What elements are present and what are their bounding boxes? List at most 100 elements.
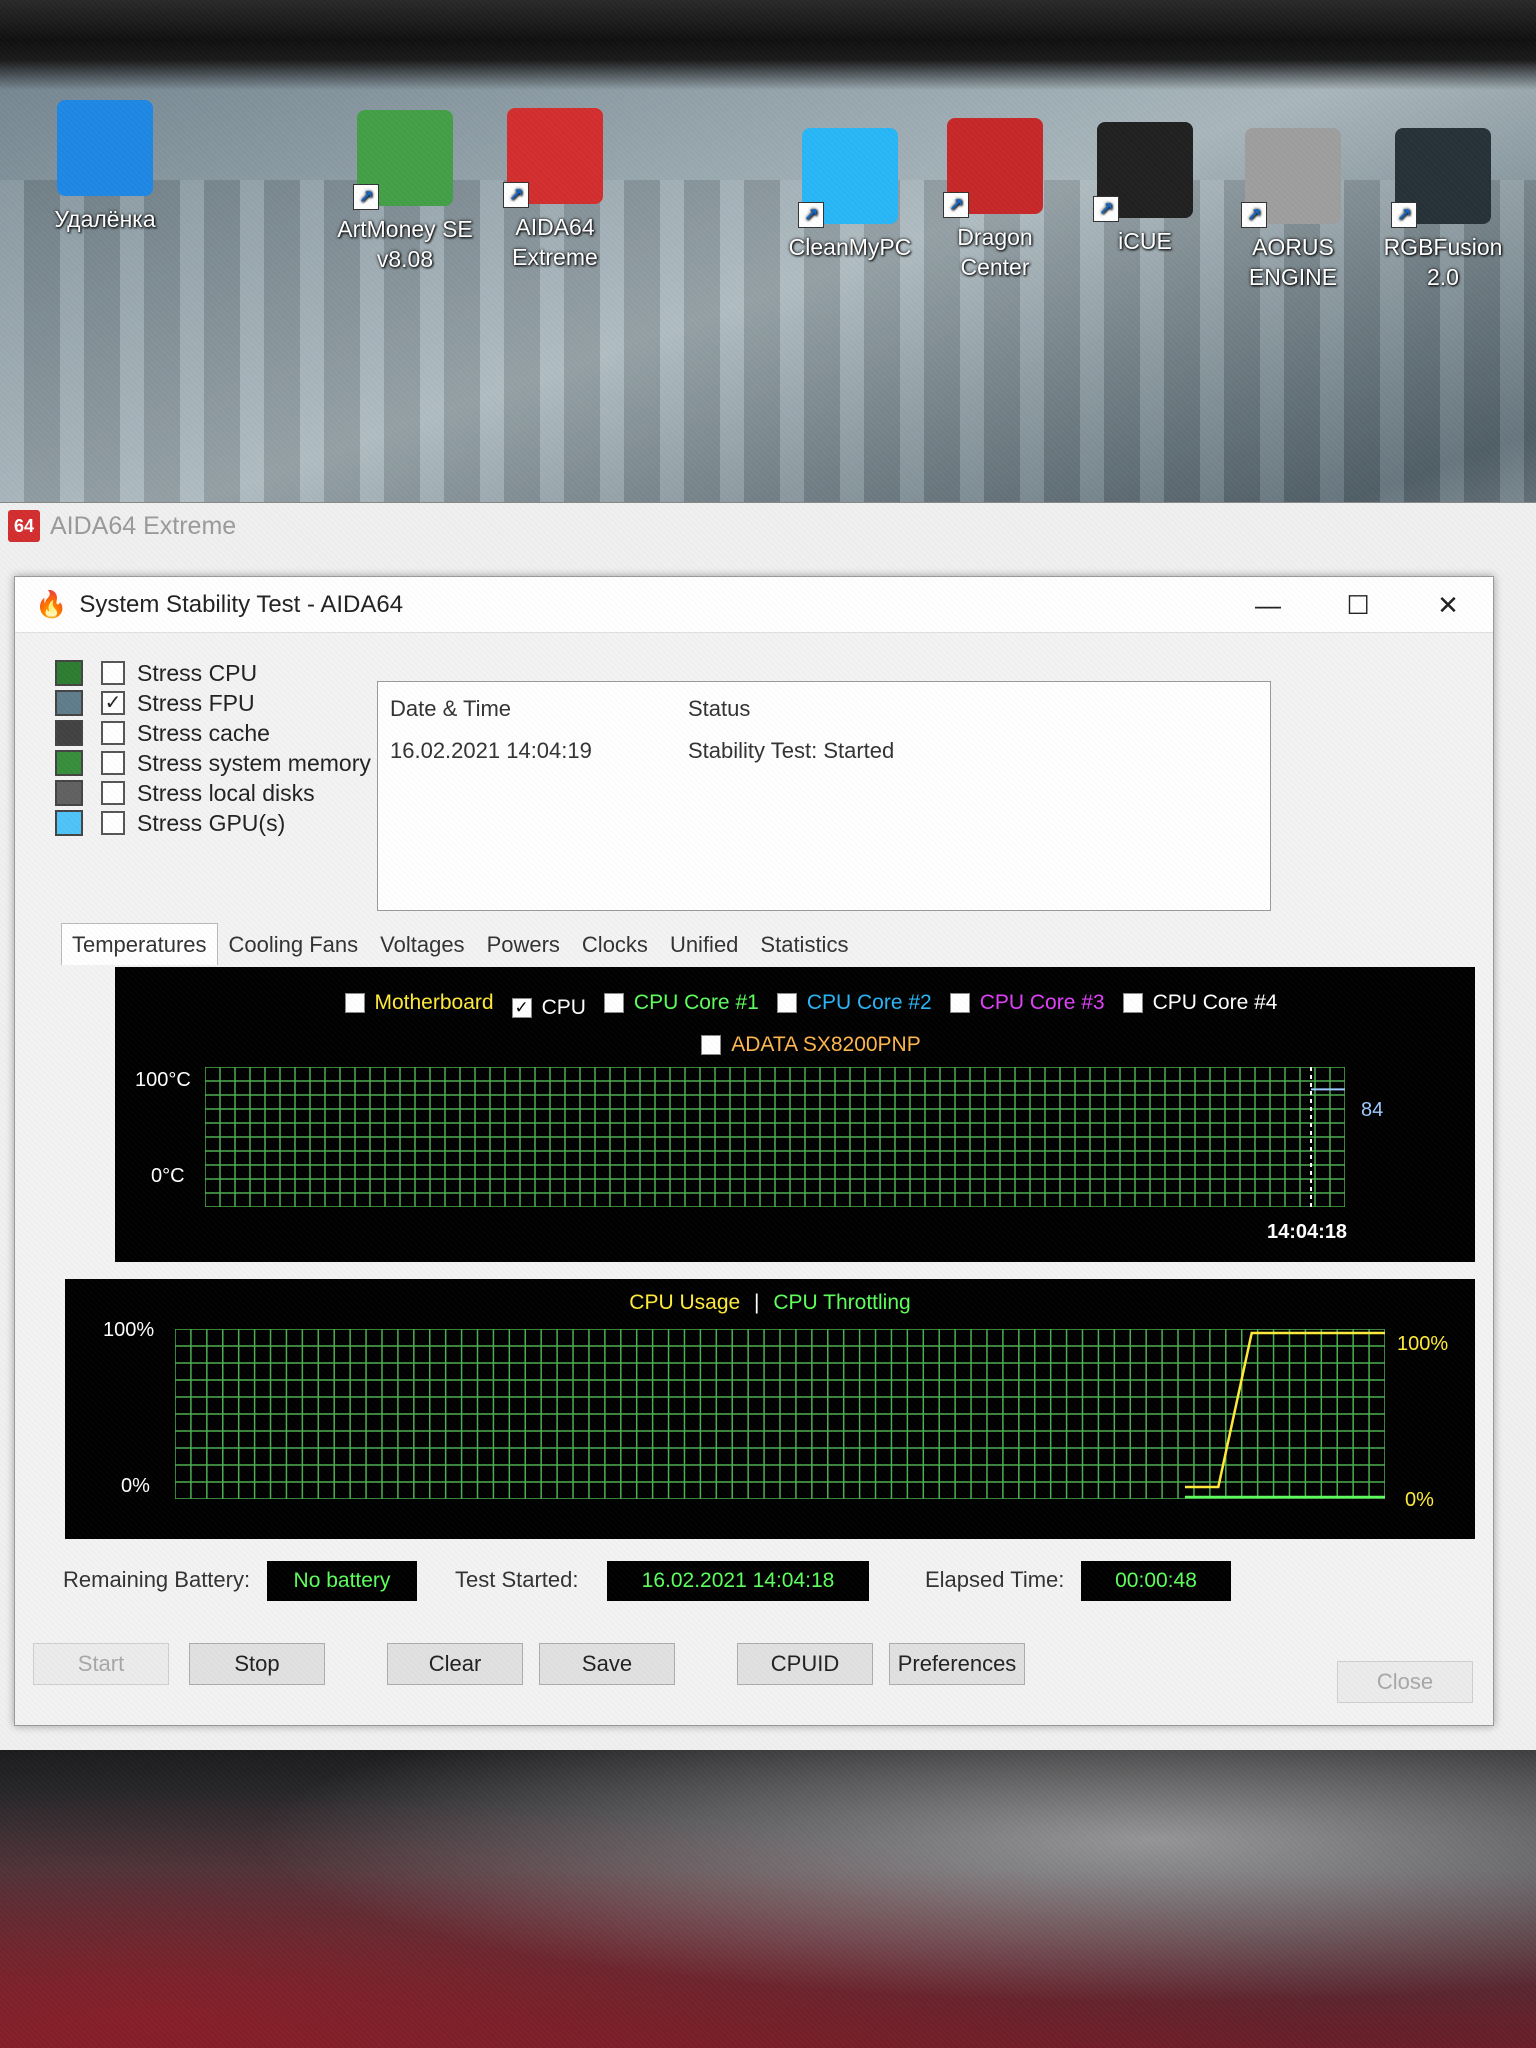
legend-checkbox[interactable] — [776, 993, 797, 1013]
shortcut-arrow-icon: ↗ — [1241, 202, 1267, 228]
desktop-icon-label: ArtMoney SE v8.08 — [337, 216, 473, 272]
stress-checkbox[interactable] — [101, 751, 125, 775]
cleanmypc-icon: ↗ — [798, 128, 898, 228]
usage-right-max-label: 100% — [1397, 1333, 1449, 1355]
stress-checkbox[interactable] — [101, 721, 125, 745]
legend-checkbox[interactable] — [603, 993, 624, 1013]
close-button[interactable]: Close — [1337, 1661, 1473, 1703]
desktop-icon[interactable]: ↗ RGBFusion 2.0 — [1368, 128, 1518, 292]
battery-label: Remaining Battery: — [63, 1567, 251, 1592]
shortcut-arrow-icon: ↗ — [353, 184, 379, 210]
tab-unified[interactable]: Unified — [659, 923, 749, 965]
stress-option-label: Stress cache — [137, 719, 270, 746]
hardware-icon — [55, 690, 83, 716]
legend-item[interactable]: CPU Core #2 — [776, 985, 932, 1021]
legend-item[interactable]: CPU Core #3 — [949, 985, 1105, 1021]
shortcut-arrow-icon: ↗ — [1093, 196, 1119, 222]
aida64-main-title: AIDA64 Extreme — [50, 511, 237, 540]
tab-cooling-fans[interactable]: Cooling Fans — [218, 923, 370, 965]
rgbfusion-icon: ↗ — [1391, 128, 1491, 228]
elapsed-time-value: 00:00:48 — [1081, 1561, 1231, 1601]
stress-option-row[interactable]: Stress GPU(s) — [55, 805, 285, 841]
tab-temperatures[interactable]: Temperatures — [61, 923, 218, 965]
legend-item[interactable]: CPU Core #4 — [1122, 985, 1278, 1021]
minimize-button[interactable]: — — [1223, 577, 1313, 633]
log-cell-status: Stability Test: Started — [688, 738, 895, 763]
desktop-icon[interactable]: Удалёнка — [30, 100, 180, 234]
maximize-button[interactable]: ☐ — [1313, 577, 1403, 633]
stress-checkbox[interactable] — [101, 781, 125, 805]
dragon-center-icon: ↗ — [943, 118, 1043, 218]
usage-title-cpu-usage: CPU Usage — [629, 1291, 741, 1314]
dialog-title: System Stability Test - AIDA64 — [79, 590, 404, 618]
cpu-usage-chart-panel: CPU Usage | CPU Throttling 100% 0% 100% … — [65, 1279, 1475, 1539]
legend-checkbox[interactable] — [949, 993, 970, 1013]
log-table: Date & Time Status 16.02.2021 14:04:19 S… — [377, 681, 1271, 911]
shortcut-arrow-icon: ↗ — [798, 202, 824, 228]
legend-label: CPU Core #4 — [1152, 991, 1278, 1014]
legend-item[interactable]: CPU Core #1 — [603, 985, 759, 1021]
tab-clocks[interactable]: Clocks — [571, 923, 659, 965]
icue-icon: ↗ — [1093, 122, 1193, 222]
legend-item[interactable]: ✓ CPU — [511, 990, 586, 1026]
desktop-icon[interactable]: ↗ AIDA64 Extreme — [480, 108, 630, 272]
usage-chart-title: CPU Usage | CPU Throttling — [65, 1291, 1475, 1315]
desktop-icon-label: RGBFusion 2.0 — [1383, 234, 1503, 290]
test-started-value: 16.02.2021 14:04:18 — [607, 1561, 869, 1601]
legend-label: CPU Core #2 — [806, 991, 932, 1014]
stability-test-dialog: 🔥 System Stability Test - AIDA64 — ☐ ✕ S… — [14, 576, 1494, 1726]
temperature-legend: Motherboard ✓ CPU CPU Core #1 CPU Core #2 CPU… — [295, 985, 1345, 1069]
desktop-icon-label: CleanMyPC — [788, 234, 912, 260]
desktop-icon-label: iCUE — [1118, 228, 1172, 254]
shortcut-arrow-icon: ↗ — [943, 192, 969, 218]
usage-title-cpu-throttling: CPU Throttling — [773, 1291, 911, 1314]
start-button[interactable]: Start — [33, 1643, 169, 1685]
temperature-chart — [205, 1067, 1345, 1207]
desktop-icon[interactable]: ↗ AORUS ENGINE — [1218, 128, 1368, 292]
desktop-icon[interactable]: ↗ ArtMoney SE v8.08 — [330, 110, 480, 274]
desktop-icon[interactable]: ↗ CleanMyPC — [775, 128, 925, 262]
hardware-icon — [55, 810, 83, 836]
stop-button[interactable]: Stop — [189, 1643, 325, 1685]
legend-label: Motherboard — [374, 991, 494, 1014]
stress-option-label: Stress local disks — [137, 779, 315, 806]
legend-item[interactable]: Motherboard — [344, 985, 494, 1021]
desktop-icon[interactable]: ↗ Dragon Center — [920, 118, 1070, 282]
log-cell-datetime: 16.02.2021 14:04:19 — [390, 738, 592, 763]
aida64-main-titlebar: 64 AIDA64 Extreme — [0, 503, 1536, 549]
desktop-icon[interactable]: ↗ iCUE — [1070, 122, 1220, 256]
usage-title-separator: | — [754, 1291, 760, 1314]
stress-option-label: Stress FPU — [137, 689, 255, 716]
legend-checkbox[interactable]: ✓ — [511, 998, 532, 1018]
test-started-label: Test Started: — [455, 1567, 579, 1592]
log-header-datetime: Date & Time — [390, 696, 512, 721]
cpuid-button[interactable]: CPUID — [737, 1643, 873, 1685]
tab-statistics[interactable]: Statistics — [749, 923, 859, 965]
dialog-titlebar: 🔥 System Stability Test - AIDA64 — ☐ ✕ — [15, 577, 1493, 633]
legend-checkbox[interactable] — [701, 1035, 722, 1055]
preferences-button[interactable]: Preferences — [889, 1643, 1025, 1685]
stress-checkbox[interactable]: ✓ — [101, 691, 125, 715]
legend-checkbox[interactable] — [1122, 993, 1143, 1013]
close-window-button[interactable]: ✕ — [1403, 577, 1493, 633]
desktop-icon-label: AIDA64 Extreme — [512, 214, 598, 270]
tab-voltages[interactable]: Voltages — [369, 923, 475, 965]
shortcut-arrow-icon: ↗ — [1391, 202, 1417, 228]
stress-checkbox[interactable] — [101, 661, 125, 685]
flame-icon: 🔥 — [35, 589, 68, 619]
tab-powers[interactable]: Powers — [476, 923, 571, 965]
legend-label: CPU Core #1 — [633, 991, 759, 1014]
stress-option-label: Stress GPU(s) — [137, 809, 286, 836]
legend-checkbox[interactable] — [344, 993, 365, 1013]
clear-button[interactable]: Clear — [387, 1643, 523, 1685]
hardware-icon — [55, 720, 83, 746]
battery-value: No battery — [267, 1561, 417, 1601]
save-button[interactable]: Save — [539, 1643, 675, 1685]
stress-checkbox[interactable] — [101, 811, 125, 835]
aida64-icon: ↗ — [503, 108, 603, 208]
stress-option-label: Stress CPU — [137, 659, 258, 686]
legend-label: ADATA SX8200PNP — [731, 1033, 921, 1056]
legend-label: CPU — [541, 996, 586, 1019]
usage-y-min-label: 0% — [121, 1475, 150, 1497]
legend-item[interactable]: ADATA SX8200PNP — [701, 1027, 921, 1063]
